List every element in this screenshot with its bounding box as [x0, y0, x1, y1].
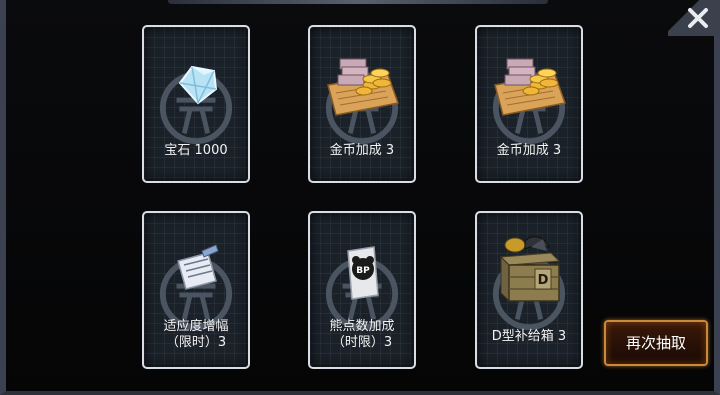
reward-card-6[interactable]: D D型补给箱 3 — [475, 211, 583, 369]
document-icon — [177, 244, 219, 290]
reward-name: 熊点数加成 （时限）3 — [329, 319, 395, 350]
reward-card-2[interactable]: 金币加成 3 — [308, 25, 416, 183]
svg-text:BP: BP — [356, 266, 370, 276]
reward-card-3[interactable]: 金币加成 3 — [475, 25, 583, 183]
close-button[interactable] — [682, 2, 714, 34]
reward-name: 适应度增幅 （限时）3 — [163, 319, 229, 350]
bp-card-icon: BP — [347, 246, 379, 300]
reward-name: 金币加成 3 — [496, 143, 562, 158]
reward-card-1[interactable]: 宝石 1000 — [142, 25, 250, 183]
close-icon — [688, 8, 708, 28]
svg-text:D: D — [538, 273, 549, 288]
gold-bonus-icon — [327, 58, 400, 116]
draw-again-button[interactable]: 再次抽取 — [604, 320, 708, 366]
reward-card-5[interactable]: BP 熊点数加成 （时限）3 — [308, 211, 416, 369]
gold-bonus-icon — [494, 58, 567, 116]
diamond-icon — [178, 65, 218, 105]
reward-card-4[interactable]: 适应度增幅 （限时）3 — [142, 211, 250, 369]
reward-name: 宝石 1000 — [164, 143, 228, 158]
reward-name: 金币加成 3 — [329, 143, 395, 158]
reward-name: D型补给箱 3 — [491, 329, 567, 344]
supply-crate-icon: D — [499, 236, 561, 303]
top-edge-decoration — [168, 0, 548, 4]
